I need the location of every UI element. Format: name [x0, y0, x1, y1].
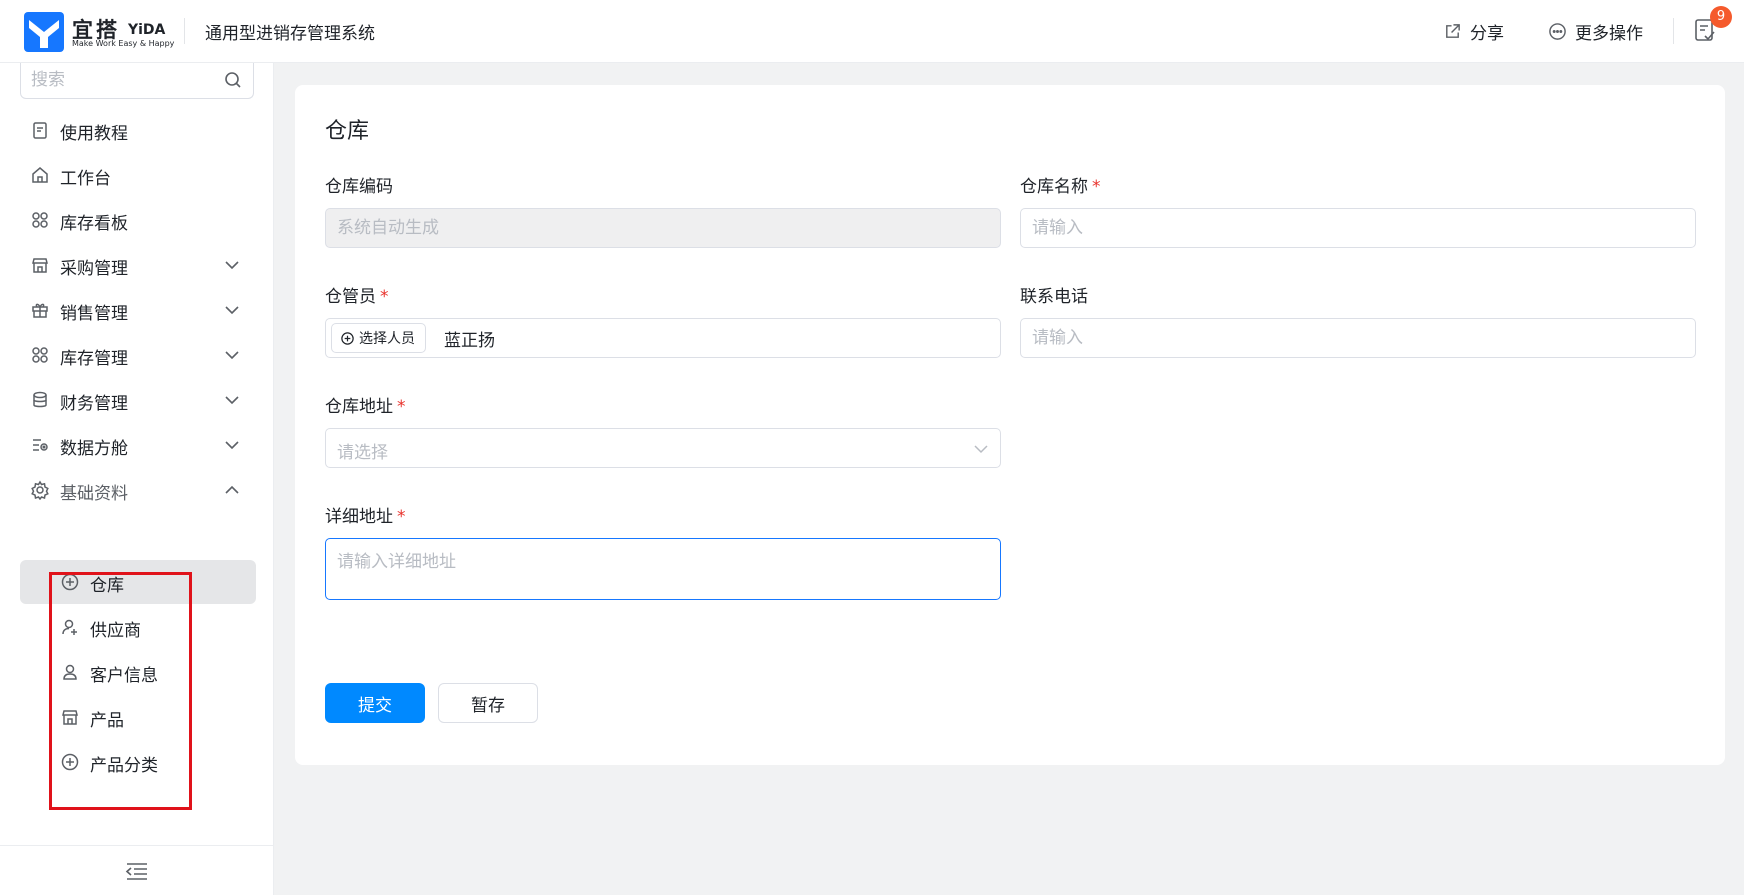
gift-icon [32, 303, 48, 318]
sidebar-subitem-product[interactable]: 产品 [20, 695, 256, 739]
sidebar-item-data-cabin[interactable]: 数据方舱 [20, 423, 256, 467]
sidebar-item-label: 使用教程 [60, 124, 128, 144]
warehouse-code-label: 仓库编码 [325, 177, 393, 197]
plus-circle-icon [61, 573, 79, 591]
header-divider [1673, 18, 1674, 44]
address-select[interactable]: 请选择 [325, 428, 1001, 468]
sidebar-item-label: 采购管理 [60, 259, 128, 279]
sidebar-item-label: 基础资料 [60, 484, 128, 504]
more-dots-icon [1549, 22, 1566, 40]
warehouse-code-field [325, 208, 1001, 248]
warehouse-name-field[interactable] [1020, 208, 1696, 248]
sidebar-item-tutorial[interactable]: 使用教程 [20, 108, 256, 152]
search-icon[interactable] [223, 70, 243, 90]
warehouse-name-label: 仓库名称 * [1020, 177, 1101, 197]
collapse-menu-icon[interactable] [125, 860, 149, 882]
document-icon [33, 122, 47, 139]
sidebar-subitem-supplier[interactable]: 供应商 [20, 605, 256, 649]
sidebar-item-label: 财务管理 [60, 394, 128, 414]
sidebar-subitem-label: 产品 [90, 711, 124, 731]
sidebar-item-finance[interactable]: 财务管理 [20, 378, 256, 422]
gear-icon [31, 480, 49, 500]
notification-badge: 9 [1710, 6, 1732, 28]
sidebar-item-label: 工作台 [60, 169, 111, 189]
store-icon [32, 258, 48, 273]
user-icon [63, 664, 77, 680]
more-actions-button[interactable]: 更多操作 [1548, 18, 1643, 44]
keeper-label: 仓管员 * [325, 287, 389, 307]
share-button[interactable]: 分享 [1443, 18, 1504, 44]
yida-logo-icon [24, 12, 64, 52]
chevron-down-icon[interactable] [223, 256, 241, 274]
app-title[interactable]: 通用型进销存管理系统 [205, 19, 375, 44]
sidebar: 使用教程 工作台 库存看板 采购管理 销售管理 库存管理 财务管理 数据方舱 基… [0, 63, 274, 895]
phone-input[interactable] [1021, 319, 1695, 357]
chevron-down-icon [974, 445, 988, 454]
header-divider [184, 18, 185, 44]
select-person-label: 选择人员 [359, 331, 415, 347]
plus-circle-icon [61, 753, 79, 771]
form-title: 仓库 [325, 119, 370, 144]
warehouse-code-input [326, 209, 1000, 247]
sidebar-item-label: 销售管理 [60, 304, 128, 324]
sidebar-subitem-warehouse[interactable]: 仓库 [20, 560, 256, 604]
address-label: 仓库地址 * [325, 397, 406, 417]
database-icon [33, 391, 47, 408]
data-list-icon [33, 439, 48, 451]
required-mark: * [397, 507, 406, 527]
chevron-up-icon[interactable] [223, 481, 241, 499]
submit-button[interactable]: 提交 [325, 683, 425, 723]
phone-label: 联系电话 [1020, 287, 1088, 307]
sidebar-item-inventory[interactable]: 库存管理 [20, 333, 256, 377]
top-header: 宜搭 YiDA Make Work Easy & Happy 通用型进销存管理系… [0, 0, 1744, 63]
sidebar-footer [0, 845, 274, 895]
detail-address-textarea[interactable] [326, 539, 1000, 599]
plus-circle-icon [341, 331, 354, 345]
grid-icon [32, 347, 48, 363]
logo-tagline: Make Work Easy & Happy [72, 39, 175, 48]
sidebar-item-base-data[interactable]: 基础资料 [20, 468, 256, 512]
logo-text-en: YiDA [128, 22, 166, 38]
sidebar-item-label: 数据方舱 [60, 439, 128, 459]
sidebar-subitem-label: 供应商 [90, 621, 141, 641]
sidebar-item-label: 库存管理 [60, 349, 128, 369]
warehouse-name-input[interactable] [1021, 209, 1695, 247]
form-card: 仓库 仓库编码 仓库名称* 仓管员* 选择人员 蓝正扬 联系电话 仓库地址* 请… [295, 85, 1725, 765]
home-icon [32, 167, 48, 183]
required-mark: * [397, 397, 406, 417]
chevron-down-icon[interactable] [223, 436, 241, 454]
select-person-button[interactable]: 选择人员 [331, 323, 426, 353]
save-draft-button[interactable]: 暂存 [438, 683, 538, 723]
chevron-down-icon[interactable] [223, 391, 241, 409]
chevron-down-icon[interactable] [223, 301, 241, 319]
phone-field[interactable] [1020, 318, 1696, 358]
sidebar-item-purchase[interactable]: 采购管理 [20, 243, 256, 287]
sidebar-subitem-label: 客户信息 [90, 666, 158, 686]
sidebar-item-inventory-board[interactable]: 库存看板 [20, 198, 256, 242]
share-label: 分享 [1470, 23, 1504, 44]
sidebar-subitem-product-category[interactable]: 产品分类 [20, 740, 256, 784]
required-mark: * [1092, 177, 1101, 197]
share-icon [1446, 23, 1460, 38]
sidebar-search[interactable] [20, 63, 254, 99]
more-actions-label: 更多操作 [1575, 23, 1643, 44]
sidebar-item-workbench[interactable]: 工作台 [20, 153, 256, 197]
user-add-icon [62, 619, 77, 635]
required-mark: * [380, 287, 389, 307]
sidebar-item-label: 库存看板 [60, 214, 128, 234]
sidebar-subitem-label: 仓库 [90, 576, 124, 596]
detail-address-label: 详细地址 * [325, 507, 406, 527]
keeper-field: 选择人员 蓝正扬 [325, 318, 1001, 358]
grid-icon [32, 212, 48, 228]
sidebar-subitem-label: 产品分类 [90, 756, 158, 776]
address-select-placeholder: 请选择 [337, 443, 388, 463]
search-input[interactable] [31, 66, 211, 94]
store-icon [62, 710, 78, 725]
chevron-down-icon[interactable] [223, 346, 241, 364]
sidebar-subitem-customer[interactable]: 客户信息 [20, 650, 256, 694]
selected-person[interactable]: 蓝正扬 [444, 326, 495, 351]
sidebar-item-sales[interactable]: 销售管理 [20, 288, 256, 332]
detail-address-field[interactable] [325, 538, 1001, 600]
